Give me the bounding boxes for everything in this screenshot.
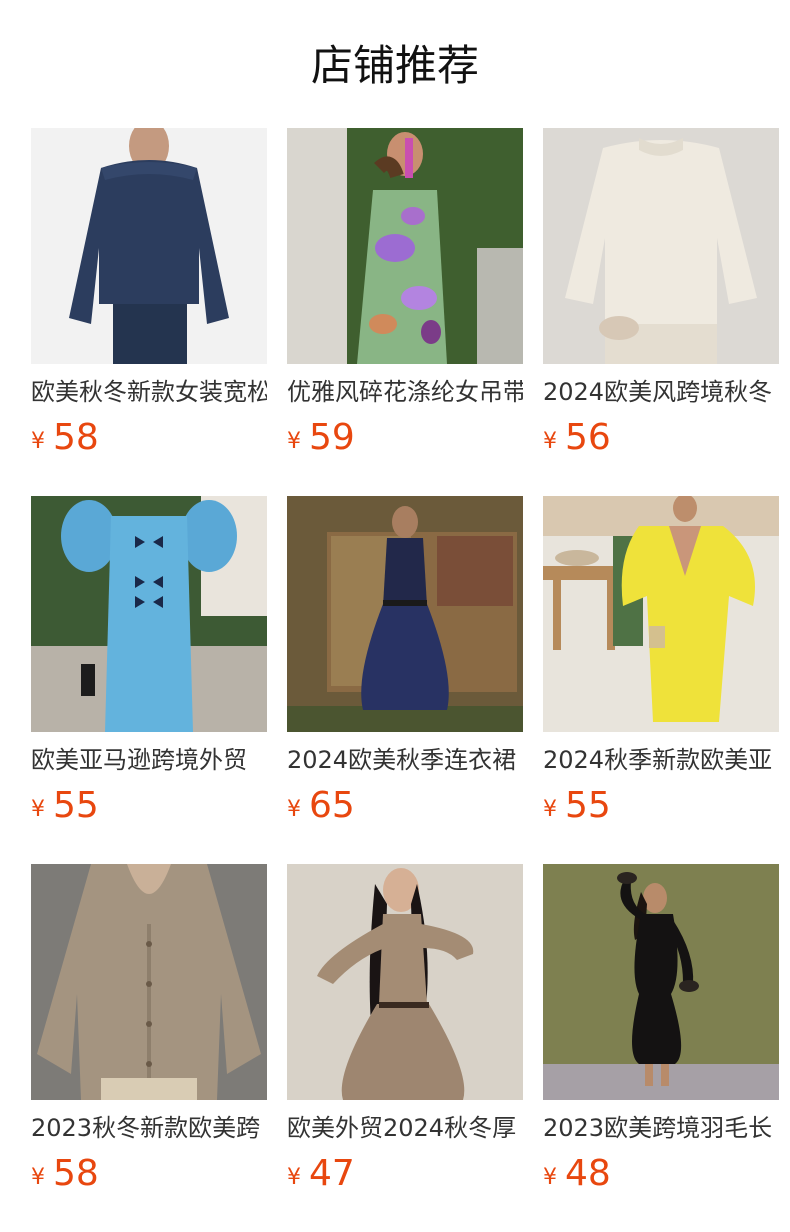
- price-amount: 55: [53, 785, 99, 826]
- section-title: 店铺推荐: [310, 41, 479, 90]
- product-name[interactable]: 欧美外贸2024秋冬厚: [287, 1112, 523, 1144]
- product-card[interactable]: 2023欧美跨境羽毛长 ¥48: [543, 864, 779, 1194]
- price-amount: 55: [565, 785, 611, 826]
- product-price: ¥58: [31, 1152, 267, 1202]
- product-image[interactable]: [543, 864, 779, 1100]
- product-price: ¥59: [287, 416, 523, 466]
- currency-symbol: ¥: [287, 429, 301, 454]
- product-card[interactable]: 优雅风碎花涤纶女吊带 ¥59: [287, 128, 523, 458]
- product-price: ¥47: [287, 1152, 523, 1202]
- product-grid: 欧美秋冬新款女装宽松 ¥58 优雅风碎花涤纶女吊带 ¥ 59 2024欧美风跨境…: [31, 128, 779, 1194]
- product-image[interactable]: [287, 496, 523, 732]
- product-card[interactable]: 2024欧美风跨境秋冬 ¥56: [543, 128, 779, 458]
- product-card[interactable]: 欧美外贸2024秋冬厚 ¥47: [287, 864, 523, 1194]
- product-name[interactable]: 欧美亚马逊跨境外贸: [31, 744, 267, 776]
- product-price: ¥65: [287, 784, 523, 834]
- product-name[interactable]: 2023秋冬新款欧美跨: [31, 1112, 267, 1144]
- product-card[interactable]: 2023秋冬新款欧美跨 ¥58: [31, 864, 267, 1194]
- price-amount: 65: [309, 785, 355, 826]
- currency-symbol: ¥: [543, 429, 557, 454]
- product-card[interactable]: 2024秋季新款欧美亚 ¥55: [543, 496, 779, 826]
- currency-symbol: ¥: [543, 797, 557, 822]
- product-card[interactable]: 2024欧美秋季连衣裙 ¥65: [287, 496, 523, 826]
- product-name[interactable]: 2024欧美风跨境秋冬: [543, 376, 779, 408]
- product-image[interactable]: [543, 128, 779, 364]
- product-name[interactable]: 2024秋季新款欧美亚: [543, 744, 779, 776]
- currency-symbol: ¥: [31, 797, 45, 822]
- price-amount: 47: [309, 1153, 355, 1194]
- currency-symbol: ¥: [31, 429, 45, 454]
- product-price: ¥55: [543, 784, 779, 834]
- price-amount: 58: [53, 417, 99, 458]
- product-price: ¥48: [543, 1152, 779, 1202]
- currency-symbol: ¥: [287, 1165, 301, 1190]
- recommendation-page: 店铺推荐 欧美秋冬新款女装宽松 ¥58 优雅风碎花涤纶女吊带 ¥ 59 2024…: [0, 0, 790, 1232]
- product-image[interactable]: [287, 864, 523, 1100]
- product-card[interactable]: 欧美秋冬新款女装宽松 ¥58: [31, 128, 267, 458]
- product-image[interactable]: [543, 496, 779, 732]
- product-price: ¥55: [31, 784, 267, 834]
- price-amount: 58: [53, 1153, 99, 1194]
- currency-symbol: ¥: [287, 797, 301, 822]
- price-amount: 59: [309, 417, 355, 458]
- product-name[interactable]: 2024欧美秋季连衣裙: [287, 744, 523, 776]
- product-name[interactable]: 优雅风碎花涤纶女吊带: [287, 376, 523, 408]
- product-image[interactable]: [31, 864, 267, 1100]
- product-price: ¥56: [543, 416, 779, 466]
- currency-symbol: ¥: [543, 1165, 557, 1190]
- price-amount: 56: [565, 417, 611, 458]
- product-image[interactable]: [287, 128, 523, 364]
- currency-symbol: ¥: [31, 1165, 45, 1190]
- product-card[interactable]: 欧美亚马逊跨境外贸 ¥55: [31, 496, 267, 826]
- product-image[interactable]: [31, 128, 267, 364]
- product-name[interactable]: 2023欧美跨境羽毛长: [543, 1112, 779, 1144]
- product-price: ¥58: [31, 416, 267, 466]
- product-name[interactable]: 欧美秋冬新款女装宽松: [31, 376, 267, 408]
- price-amount: 48: [565, 1153, 611, 1194]
- product-image[interactable]: [31, 496, 267, 732]
